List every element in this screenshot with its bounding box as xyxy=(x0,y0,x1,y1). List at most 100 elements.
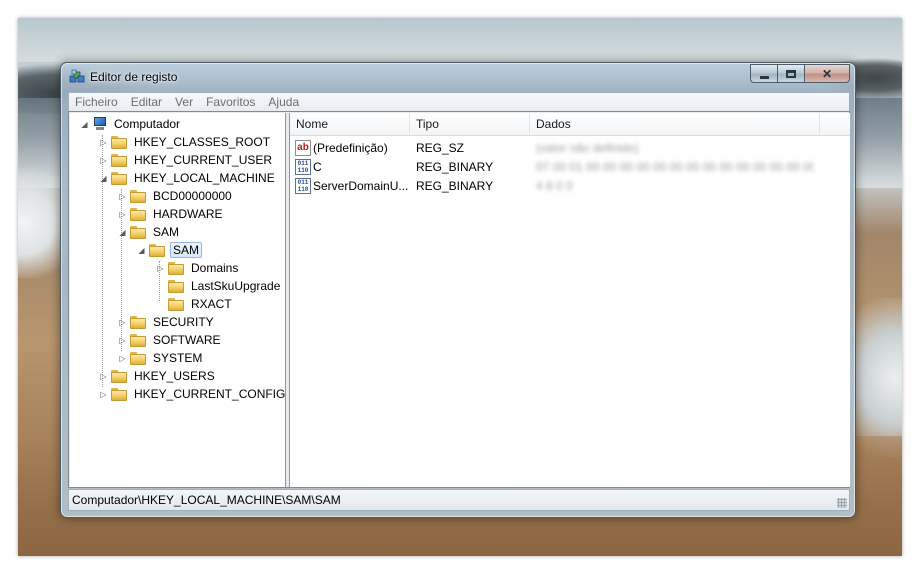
collapsed-arrow-icon[interactable]: ▷ xyxy=(99,390,108,399)
title-bar[interactable]: Editor de registo ✕ xyxy=(61,63,855,91)
collapsed-arrow-icon[interactable]: ▷ xyxy=(99,372,108,381)
value-data: (valor não definido) xyxy=(536,141,639,155)
expanded-arrow-icon[interactable]: ◢ xyxy=(80,120,89,129)
values-list[interactable]: Nome Tipo Dados ab (Predefinição) REG_SZ… xyxy=(289,113,850,487)
tree-node-domains[interactable]: ▷ Domains xyxy=(156,259,240,277)
folder-icon xyxy=(149,243,165,257)
tree-node-hkey-current-config[interactable]: ▷ HKEY_CURRENT_CONFIG xyxy=(99,385,286,403)
tree-node-hkey-users[interactable]: ▷ HKEY_USERS xyxy=(99,367,217,385)
menu-favoritos[interactable]: Favoritos xyxy=(206,95,255,109)
binary-value-icon: 011 110 xyxy=(295,178,311,194)
collapsed-arrow-icon[interactable]: ▷ xyxy=(99,138,108,147)
tree-node-software[interactable]: ▷ SOFTWARE xyxy=(118,331,223,349)
resize-grip[interactable] xyxy=(837,498,847,508)
tree-node-label: Domains xyxy=(191,261,239,275)
maximize-button[interactable] xyxy=(777,64,804,83)
tree-node-computer[interactable]: ◢ Computador xyxy=(80,115,182,133)
tree-node-label-selected: SAM xyxy=(170,242,203,258)
tree-node-hardware[interactable]: ▷ HARDWARE xyxy=(118,205,225,223)
status-bar: Computador\HKEY_LOCAL_MACHINE\SAM\SAM xyxy=(68,489,850,511)
tree-node-label: LastSkuUpgrade xyxy=(191,279,281,293)
menu-bar: Ficheiro Editar Ver Favoritos Ajuda xyxy=(68,92,850,111)
value-name: C xyxy=(313,160,322,174)
collapsed-arrow-icon[interactable]: ▷ xyxy=(118,318,127,327)
tree-node-label: RXACT xyxy=(191,297,232,311)
close-button[interactable]: ✕ xyxy=(804,64,850,83)
collapsed-arrow-icon[interactable]: ▷ xyxy=(156,264,165,273)
folder-icon xyxy=(168,297,184,311)
window-title: Editor de registo xyxy=(90,70,178,84)
tree-node-hkey-local-machine[interactable]: ◢ HKEY_LOCAL_MACHINE xyxy=(99,169,277,187)
collapsed-arrow-icon[interactable]: ▷ xyxy=(118,210,127,219)
value-data: 4 8 0 0 xyxy=(536,179,573,193)
registry-tree[interactable]: ◢ Computador ▷ HKEY_CLASSES_ROOT ▷ HKEY_… xyxy=(70,113,286,487)
tree-node-label: BCD00000000 xyxy=(153,189,232,203)
folder-icon xyxy=(130,207,146,221)
value-type: REG_BINARY xyxy=(416,179,494,193)
expanded-arrow-icon[interactable]: ◢ xyxy=(118,228,127,237)
tree-node-system[interactable]: ▷ SYSTEM xyxy=(118,349,204,367)
folder-icon xyxy=(111,153,127,167)
tree-node-label: SAM xyxy=(153,225,180,239)
computer-icon xyxy=(92,117,108,131)
tree-node-label: SECURITY xyxy=(153,315,214,329)
minimize-button[interactable] xyxy=(750,64,777,83)
value-type: REG_BINARY xyxy=(416,160,494,174)
menu-editar[interactable]: Editar xyxy=(131,95,162,109)
tree-node-label: HKEY_LOCAL_MACHINE xyxy=(134,171,275,185)
menu-ajuda[interactable]: Ajuda xyxy=(268,95,299,109)
tree-node-label: HARDWARE xyxy=(153,207,223,221)
tree-node-label: Computador xyxy=(114,117,181,131)
wallpaper-sky xyxy=(18,18,902,62)
string-value-icon: ab xyxy=(295,140,311,156)
menu-ficheiro[interactable]: Ficheiro xyxy=(75,95,118,109)
tree-node-hkey-current-user[interactable]: ▷ HKEY_CURRENT_USER xyxy=(99,151,274,169)
tree-node-security[interactable]: ▷ SECURITY xyxy=(118,313,216,331)
maximize-icon xyxy=(786,69,796,78)
value-type: REG_SZ xyxy=(416,141,465,155)
column-header-nome[interactable]: Nome xyxy=(290,113,410,136)
tree-node-label: SOFTWARE xyxy=(153,333,221,347)
tree-node-lastskuupgrade[interactable]: LastSkuUpgrade xyxy=(156,277,282,295)
registry-editor-window: Editor de registo ✕ Ficheiro Editar Ver … xyxy=(60,62,856,518)
value-row[interactable]: ab (Predefinição) REG_SZ (valor não defi… xyxy=(290,139,850,158)
menu-ver[interactable]: Ver xyxy=(175,95,193,109)
client-area: ◢ Computador ▷ HKEY_CLASSES_ROOT ▷ HKEY_… xyxy=(68,111,850,488)
close-icon: ✕ xyxy=(821,66,833,81)
folder-icon xyxy=(130,333,146,347)
tree-node-hkey-classes-root[interactable]: ▷ HKEY_CLASSES_ROOT xyxy=(99,133,272,151)
folder-icon xyxy=(111,135,127,149)
expanded-arrow-icon[interactable]: ◢ xyxy=(99,174,108,183)
column-header-tipo[interactable]: Tipo xyxy=(410,113,530,136)
folder-icon xyxy=(111,171,127,185)
tree-node-bcd00000000[interactable]: ▷ BCD00000000 xyxy=(118,187,234,205)
value-name: ServerDomainU... xyxy=(313,179,408,193)
collapsed-arrow-icon[interactable]: ▷ xyxy=(99,156,108,165)
tree-node-label: HKEY_CURRENT_CONFIG xyxy=(134,387,286,401)
value-row[interactable]: 011 110 C REG_BINARY 07 00 01 00 00 00 00… xyxy=(290,158,850,177)
minimize-icon xyxy=(759,75,769,79)
collapsed-arrow-icon[interactable]: ▷ xyxy=(118,192,127,201)
folder-icon xyxy=(168,261,184,275)
tree-node-rxact[interactable]: RXACT xyxy=(156,295,234,313)
value-row[interactable]: 011 110 ServerDomainU... REG_BINARY 4 8 0… xyxy=(290,177,850,196)
tree-node-label: SYSTEM xyxy=(153,351,203,365)
column-header-dados[interactable]: Dados xyxy=(530,113,820,136)
folder-icon xyxy=(130,315,146,329)
folder-icon xyxy=(130,225,146,239)
status-path: Computador\HKEY_LOCAL_MACHINE\SAM\SAM xyxy=(72,493,341,507)
binary-value-icon: 011 110 xyxy=(295,159,311,175)
tree-node-sam[interactable]: ◢ SAM xyxy=(118,223,181,241)
tree-node-label: HKEY_CURRENT_USER xyxy=(134,153,273,167)
list-header: Nome Tipo Dados xyxy=(290,113,850,136)
tree-node-sam-sam[interactable]: ◢ SAM xyxy=(137,241,203,259)
registry-editor-icon xyxy=(69,69,85,83)
collapsed-arrow-icon[interactable]: ▷ xyxy=(118,336,127,345)
tree-node-label: HKEY_USERS xyxy=(134,369,215,383)
expanded-arrow-icon[interactable]: ◢ xyxy=(137,246,146,255)
folder-icon xyxy=(168,279,184,293)
caption-buttons: ✕ xyxy=(750,64,850,83)
folder-icon xyxy=(111,387,127,401)
collapsed-arrow-icon[interactable]: ▷ xyxy=(118,354,127,363)
